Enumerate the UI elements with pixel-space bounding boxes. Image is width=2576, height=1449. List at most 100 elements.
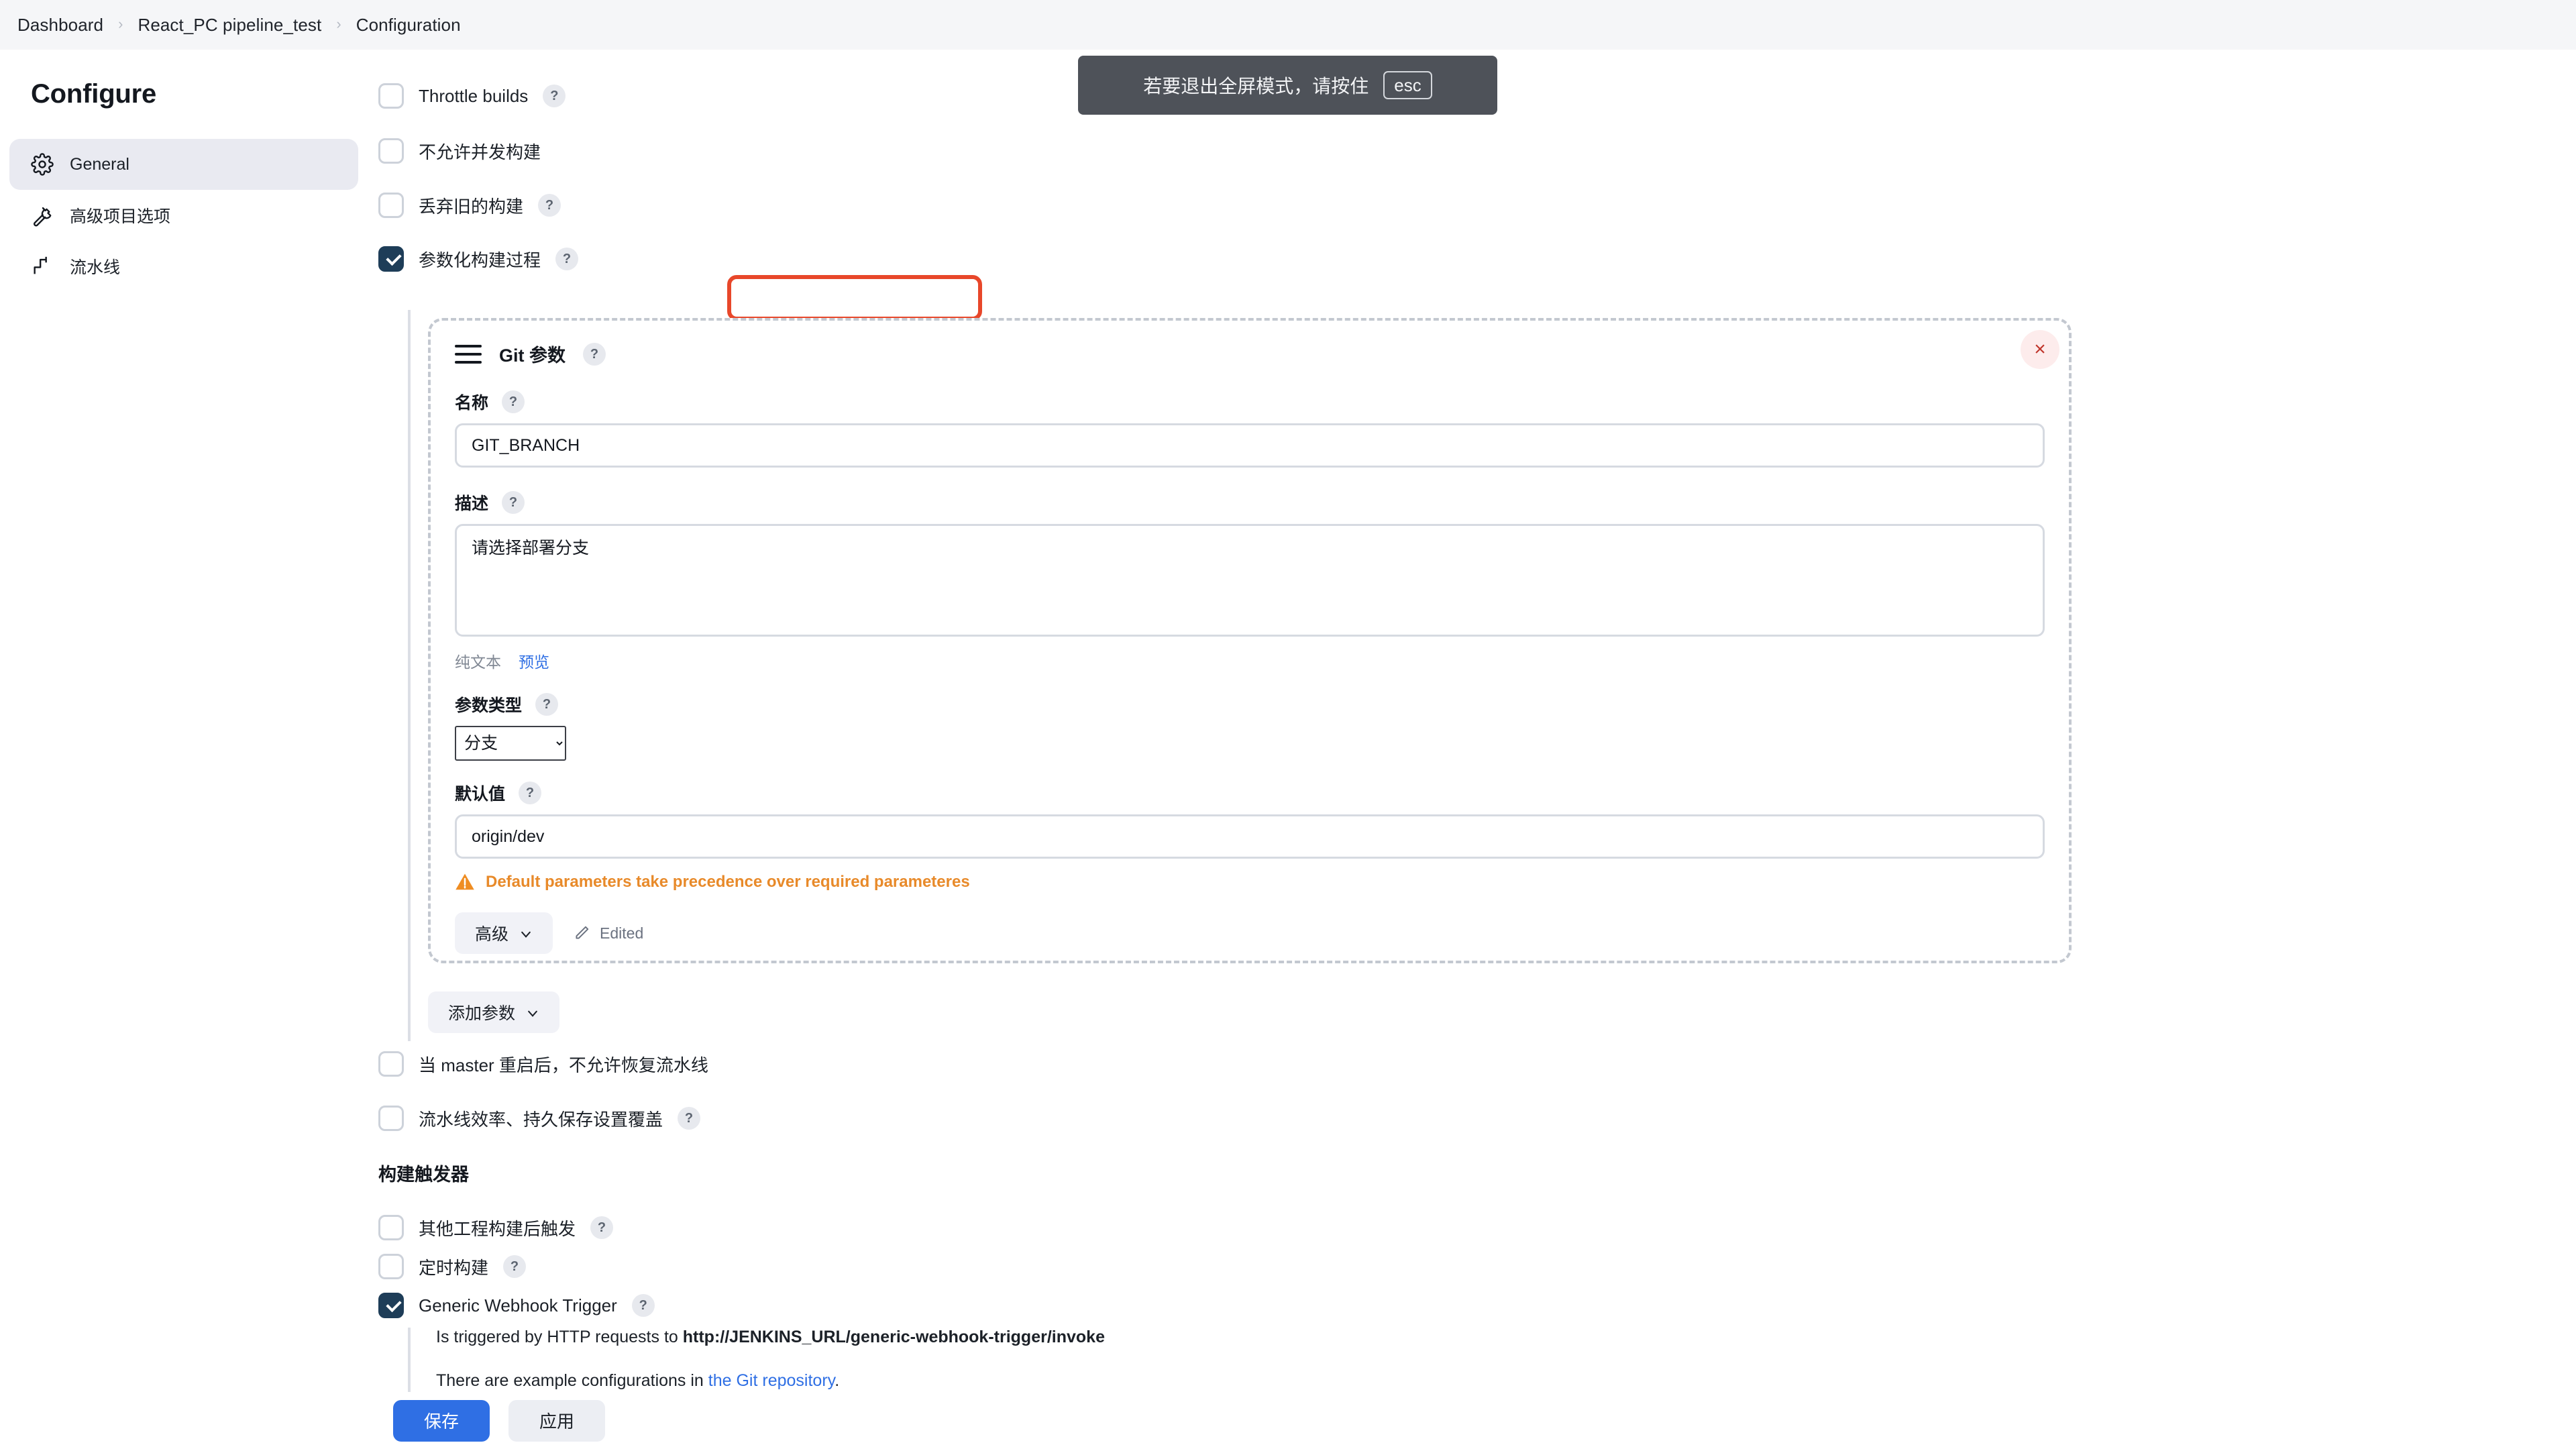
checkbox-label: Throttle builds [419, 85, 529, 106]
pipeline-icon [31, 255, 54, 278]
advanced-button[interactable]: 高级 [455, 912, 553, 954]
help-icon[interactable]: ? [519, 782, 542, 804]
checkbox-label: Generic Webhook Trigger [419, 1295, 617, 1316]
build-after-other-projects-checkbox[interactable] [378, 1215, 404, 1240]
add-parameter-button[interactable]: 添加参数 [428, 991, 560, 1033]
checkbox-row-discard-old-builds[interactable]: 丢弃旧的构建 ? [378, 193, 561, 218]
checkbox-row-pipeline-speed-durability[interactable]: 流水线效率、持久保存设置覆盖 ? [378, 1106, 701, 1131]
sidebar-item-label: General [70, 154, 129, 174]
help-icon[interactable]: ? [631, 1294, 655, 1317]
field-label: 参数类型 [455, 696, 523, 715]
param-name-input[interactable] [455, 423, 2045, 468]
param-type-select[interactable]: 分支 [455, 726, 566, 761]
sidebar-item-advanced-options[interactable]: 高级项目选项 [9, 190, 358, 241]
build-periodically-checkbox[interactable] [378, 1254, 404, 1279]
help-icon[interactable]: ? [535, 693, 559, 716]
panel-header: Git 参数 ? [431, 321, 2069, 367]
checkbox-label: 当 master 重启后，不允许恢复流水线 [419, 1055, 708, 1075]
page-root: Dashboard › React_PC pipeline_test › Con… [0, 0, 2576, 1449]
git-repository-link[interactable]: the Git repository [708, 1371, 835, 1390]
webhook-desc-prefix: There are example configurations in [436, 1371, 708, 1390]
field-group-description: 描述 ? 请选择部署分支 纯文本 预览 [431, 490, 2069, 672]
edited-label: Edited [600, 924, 644, 942]
hamburger-icon[interactable] [455, 344, 482, 364]
sidebar: Configure General 高级项目选项 流水线 [0, 50, 368, 1449]
field-group-name: 名称 ? [431, 390, 2069, 468]
mode-preview[interactable]: 预览 [519, 649, 549, 672]
help-icon[interactable]: ? [503, 1255, 527, 1278]
page-title: Configure [31, 79, 157, 109]
git-parameter-panel: × Git 参数 ? 名称 ? 描述 [428, 318, 2072, 963]
webhook-description: Is triggered by HTTP requests to http://… [408, 1328, 1105, 1392]
default-value-input[interactable] [455, 814, 2045, 859]
advanced-label: 高级 [475, 925, 509, 944]
checkbox-row-no-resume-after-restart[interactable]: 当 master 重启后，不允许恢复流水线 [378, 1051, 708, 1077]
checkbox-row-generic-webhook-trigger[interactable]: Generic Webhook Trigger ? [378, 1293, 655, 1318]
breadcrumb-item-project[interactable]: React_PC pipeline_test [138, 15, 321, 36]
throttle-builds-checkbox[interactable] [378, 83, 404, 109]
save-button[interactable]: 保存 [393, 1399, 490, 1442]
checkbox-row-throttle-builds[interactable]: Throttle builds ? [378, 83, 566, 109]
add-parameter-label: 添加参数 [448, 1004, 516, 1023]
checkbox-label: 参数化构建过程 [419, 250, 541, 270]
checkbox-row-build-periodically[interactable]: 定时构建 ? [378, 1254, 527, 1279]
footer-action-bar: 保存 应用 [0, 1392, 2576, 1449]
apply-button[interactable]: 应用 [508, 1399, 606, 1442]
sidebar-item-general[interactable]: General [9, 139, 358, 190]
breadcrumb-item-dashboard[interactable]: Dashboard [17, 15, 103, 36]
parameter-group-rail [408, 310, 411, 1041]
webhook-desc-line-1: Is triggered by HTTP requests to http://… [436, 1328, 1105, 1347]
field-label: 默认值 [455, 785, 506, 804]
breadcrumb: Dashboard › React_PC pipeline_test › Con… [0, 0, 2576, 50]
section-title-build-triggers: 构建触发器 [378, 1165, 469, 1185]
param-description-textarea[interactable]: 请选择部署分支 [455, 524, 2045, 637]
webhook-url: http://JENKINS_URL/generic-webhook-trigg… [682, 1328, 1105, 1346]
parameterized-build-checkbox[interactable] [378, 246, 404, 272]
webhook-desc-line-2: There are example configurations in the … [436, 1371, 1105, 1391]
checkbox-label: 其他工程构建后触发 [419, 1218, 576, 1239]
field-group-default-value: 默认值 ? Default parameters take precedence… [431, 781, 2069, 892]
panel-footer: 高级 Edited [431, 892, 2069, 954]
webhook-desc-prefix: Is triggered by HTTP requests to [436, 1328, 683, 1346]
breadcrumb-item-configuration: Configuration [356, 14, 461, 35]
help-icon[interactable]: ? [555, 248, 579, 270]
default-value-warning: Default parameters take precedence over … [455, 872, 2045, 892]
close-icon[interactable]: × [2021, 330, 2059, 369]
sidebar-item-pipeline[interactable]: 流水线 [9, 241, 358, 292]
field-label-wrap: 参数类型 ? [455, 692, 2045, 716]
help-icon[interactable]: ? [502, 390, 525, 413]
pencil-icon [573, 924, 590, 942]
sidebar-item-label: 高级项目选项 [70, 207, 171, 226]
annotation-highlight-box [727, 275, 982, 321]
checkbox-row-no-concurrent-builds[interactable]: 不允许并发构建 [378, 138, 541, 164]
field-label: 名称 [455, 394, 489, 413]
no-concurrent-builds-checkbox[interactable] [378, 138, 404, 164]
checkbox-row-build-after-other-projects[interactable]: 其他工程构建后触发 ? [378, 1215, 614, 1240]
checkbox-row-parameterized-build[interactable]: 参数化构建过程 ? [378, 246, 579, 272]
chevron-down-icon [519, 926, 533, 940]
checkbox-label: 丢弃旧的构建 [419, 196, 524, 217]
pipeline-speed-durability-checkbox[interactable] [378, 1106, 404, 1131]
help-icon[interactable]: ? [538, 194, 561, 217]
no-resume-after-restart-checkbox[interactable] [378, 1051, 404, 1077]
edited-indicator: Edited [573, 924, 643, 943]
help-icon[interactable]: ? [590, 1216, 614, 1239]
field-label-wrap: 名称 ? [455, 390, 2045, 414]
description-mode-switcher: 纯文本 预览 [455, 649, 2045, 672]
panel-title: Git 参数 [499, 345, 566, 366]
field-label-wrap: 描述 ? [455, 490, 2045, 515]
warning-text: Default parameters take precedence over … [486, 873, 970, 891]
discard-old-builds-checkbox[interactable] [378, 193, 404, 218]
main-content: Throttle builds ? 不允许并发构建 丢弃旧的构建 ? 参数化构建… [368, 50, 2576, 1392]
checkbox-label: 流水线效率、持久保存设置覆盖 [419, 1109, 663, 1130]
help-icon[interactable]: ? [583, 342, 606, 366]
generic-webhook-trigger-checkbox[interactable] [378, 1293, 404, 1318]
help-icon[interactable]: ? [502, 491, 525, 514]
checkbox-label: 不允许并发构建 [419, 142, 541, 162]
mode-plain-text[interactable]: 纯文本 [455, 649, 501, 672]
help-icon[interactable]: ? [678, 1107, 701, 1130]
gear-icon [31, 153, 54, 176]
chevron-down-icon [526, 1006, 539, 1019]
wrench-icon [31, 204, 54, 227]
help-icon[interactable]: ? [543, 85, 566, 107]
